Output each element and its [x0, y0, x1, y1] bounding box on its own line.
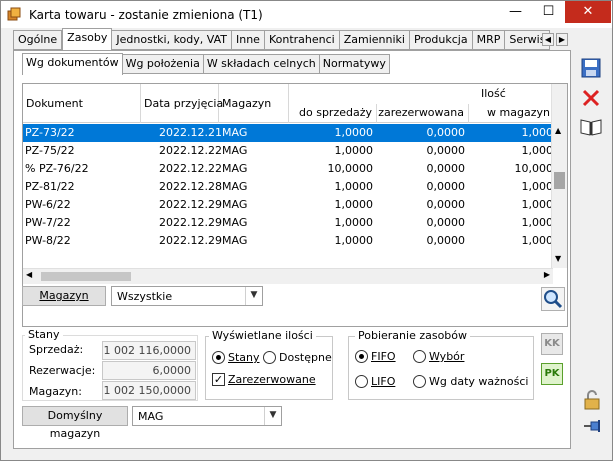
window-title: Karta towaru - zostanie zmieniona (T1): [29, 8, 263, 22]
pin-icon[interactable]: [581, 415, 603, 437]
scroll-left-icon[interactable]: ◀: [26, 270, 32, 279]
col-group-ilosc: Ilość: [481, 87, 506, 100]
table-row[interactable]: PW-7/22 2022.12.29 MAG 1,0000 0,0000 1,0…: [23, 214, 553, 232]
tab-inne[interactable]: Inne: [231, 30, 265, 50]
zasoby-panel: Wg dokumentów Wg położenia W składach ce…: [13, 50, 571, 449]
tab-mrp[interactable]: MRP: [472, 30, 506, 50]
table-row[interactable]: PZ-73/22 2022.12.21 MAG 1,0000 0,0000 1,…: [23, 124, 553, 142]
magazyn-select[interactable]: Wszystkie ▼: [111, 286, 263, 306]
magazyn-button[interactable]: Magazyn: [22, 286, 106, 306]
minimize-button[interactable]: —: [499, 1, 532, 23]
book-icon[interactable]: [579, 116, 603, 138]
wyswietlane-ilosci-group: Wyświetlane ilości Stany Dostępne ✓ Zare…: [205, 329, 333, 400]
tab-scroll-right-icon[interactable]: ▶: [556, 33, 568, 46]
maximize-button[interactable]: ☐: [532, 1, 565, 23]
tab-scroll-left-icon[interactable]: ◀: [542, 33, 554, 46]
window: Karta towaru - zostanie zmieniona (T1) —…: [0, 0, 613, 461]
radio-wybor[interactable]: [413, 350, 426, 363]
col-dokument[interactable]: Dokument: [23, 84, 141, 123]
radio-lifo[interactable]: [355, 375, 368, 388]
tab-produkcja[interactable]: Produkcja: [409, 30, 473, 50]
grid-horizontal-scrollbar[interactable]: ◀ ▶: [23, 268, 553, 284]
table-row[interactable]: PZ-75/22 2022.12.22 MAG 1,0000 0,0000 1,…: [23, 142, 553, 160]
radio-fifo[interactable]: [355, 350, 368, 363]
app-icon: [7, 7, 21, 21]
grid-header: Dokument Data przyjęcia Magazyn Ilość do…: [23, 84, 553, 123]
subtab-wg-polozenia[interactable]: Wg położenia: [122, 54, 204, 74]
magazyn-value: 1 002 150,0000: [102, 381, 196, 400]
stany-group: Stany Sprzedaż: 1 002 116,0000 Rezerwacj…: [22, 328, 198, 401]
rezerwacje-value: 6,0000: [102, 361, 196, 380]
tab-zamienniki[interactable]: Zamienniki: [339, 30, 410, 50]
domyslny-magazyn-select[interactable]: MAG ▼: [132, 406, 282, 426]
col-data-przyjecia[interactable]: Data przyjęcia: [141, 84, 223, 123]
checkbox-zarezerwowane[interactable]: ✓: [212, 373, 225, 386]
kk-icon[interactable]: KK: [541, 333, 563, 355]
grid-vertical-scrollbar[interactable]: ▲ ▼: [551, 84, 567, 268]
col-do-sprzedazy[interactable]: do sprzedaży: [289, 104, 377, 123]
radio-stany[interactable]: [212, 351, 225, 364]
delete-icon[interactable]: [580, 87, 602, 109]
radio-dostepne[interactable]: [263, 351, 276, 364]
table-row[interactable]: PW-8/22 2022.12.29 MAG 1,0000 0,0000 1,0…: [23, 232, 553, 250]
domyslny-magazyn-button[interactable]: Domyślny magazyn: [22, 406, 128, 440]
scroll-right-icon[interactable]: ▶: [544, 270, 550, 279]
tab-kontrahenci[interactable]: Kontrahenci: [264, 30, 340, 50]
pobieranie-zasobow-group: Pobieranie zasobów FIFO Wybór LIFO Wg da…: [348, 329, 534, 400]
scroll-down-icon[interactable]: ▼: [555, 254, 561, 263]
lock-icon[interactable]: [581, 389, 603, 411]
chevron-down-icon: ▼: [245, 287, 262, 305]
tab-zasoby[interactable]: Zasoby: [62, 28, 113, 50]
table-row[interactable]: % PZ-76/22 2022.12.22 MAG 10,0000 0,0000…: [23, 160, 553, 178]
col-magazyn[interactable]: Magazyn: [219, 84, 289, 123]
chevron-down-icon: ▼: [264, 407, 281, 425]
col-zarezerwowana[interactable]: zarezerwowana: [377, 104, 469, 123]
subtab-w-skladach-celnych[interactable]: W składach celnych: [203, 54, 320, 74]
radio-wg-daty-waznosci[interactable]: [413, 375, 426, 388]
col-w-magazynie[interactable]: w magazyni: [469, 104, 553, 123]
tab-jednostki[interactable]: Jednostki, kody, VAT: [112, 30, 232, 50]
table-row[interactable]: PW-6/22 2022.12.29 MAG 1,0000 0,0000 1,0…: [23, 196, 553, 214]
search-icon[interactable]: [541, 287, 565, 311]
sub-tabs: Wg dokumentów Wg położenia W składach ce…: [22, 53, 390, 75]
scroll-thumb[interactable]: [554, 172, 565, 189]
h-scroll-thumb[interactable]: [41, 272, 131, 281]
title-bar: Karta towaru - zostanie zmieniona (T1) —…: [1, 1, 612, 28]
subtab-wg-dokumentow[interactable]: Wg dokumentów: [22, 53, 123, 75]
subtab-normatywy[interactable]: Normatywy: [319, 54, 390, 74]
main-tabs: Ogólne Zasoby Jednostki, kody, VAT Inne …: [13, 28, 551, 50]
save-icon[interactable]: [580, 57, 602, 79]
table-row[interactable]: PZ-81/22 2022.12.28 MAG 1,0000 0,0000 1,…: [23, 178, 553, 196]
pk-icon[interactable]: PK: [541, 363, 563, 385]
sprzedaz-value: 1 002 116,0000: [102, 341, 196, 360]
close-button[interactable]: ✕: [565, 1, 611, 23]
tab-ogolne[interactable]: Ogólne: [13, 30, 63, 50]
scroll-up-icon[interactable]: ▲: [555, 126, 561, 135]
